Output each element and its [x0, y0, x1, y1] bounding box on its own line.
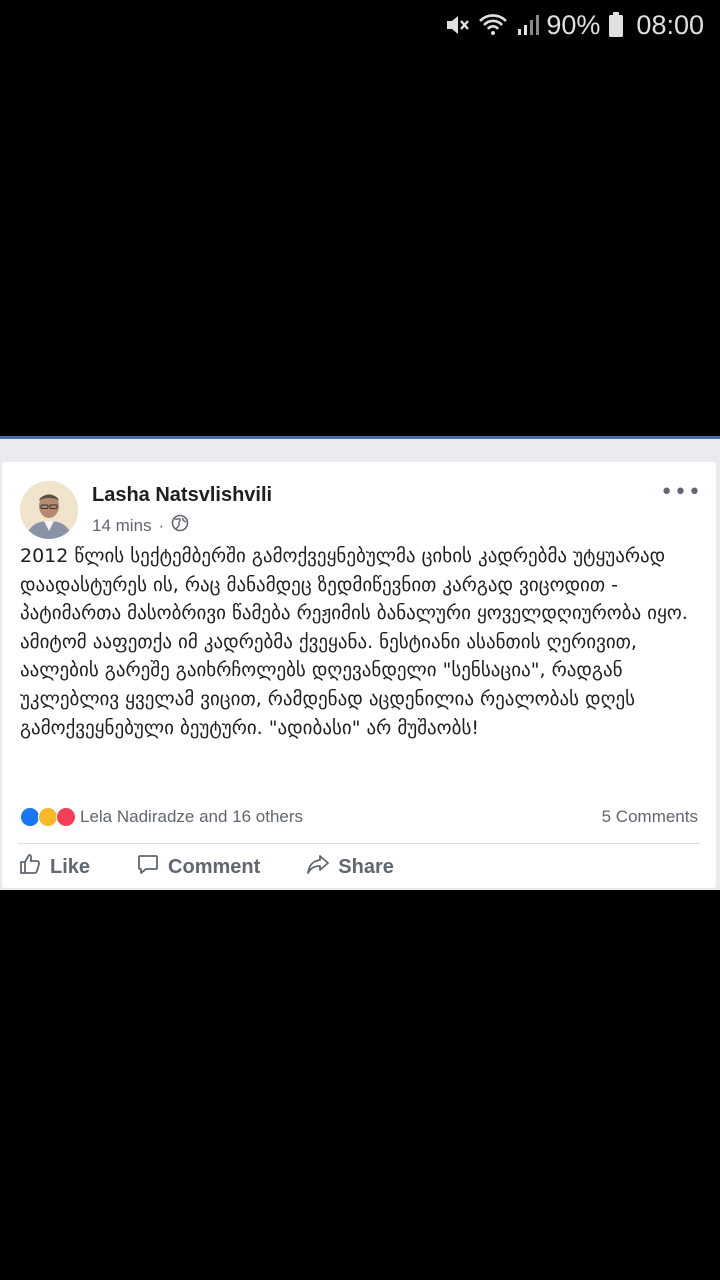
globe-icon — [171, 514, 189, 537]
like-button[interactable]: Like — [18, 852, 90, 882]
comment-label: Comment — [168, 855, 261, 878]
mute-icon — [444, 13, 470, 37]
reaction-icons[interactable] — [20, 807, 76, 827]
action-bar: Like Comment Share — [18, 850, 394, 884]
thumbs-up-icon — [18, 852, 50, 882]
post-container: Lasha Natsvlishvili 14 mins · ••• 2012 წ… — [0, 436, 720, 890]
post-card: Lasha Natsvlishvili 14 mins · ••• 2012 წ… — [2, 462, 716, 888]
comments-count[interactable]: 5 Comments — [602, 807, 698, 827]
avatar[interactable] — [20, 481, 78, 539]
battery-percent: 90% — [546, 9, 601, 40]
comment-button[interactable]: Comment — [136, 852, 260, 882]
signal-icon — [516, 13, 540, 37]
haha-reaction-icon — [38, 807, 58, 827]
more-options-icon[interactable]: ••• — [660, 480, 702, 505]
love-reaction-icon — [56, 807, 76, 827]
post-meta: 14 mins · — [92, 514, 189, 537]
post-text: 2012 წლის სექტემბერში გამოქვეყნებულმა ცი… — [20, 545, 688, 739]
share-button[interactable]: Share — [306, 852, 394, 882]
author-name[interactable]: Lasha Natsvlishvili — [92, 484, 272, 507]
divider — [18, 843, 700, 844]
reactions-summary[interactable]: Lela Nadiradze and 16 others — [80, 807, 303, 827]
wifi-icon — [478, 13, 508, 37]
meta-separator: · — [158, 515, 165, 535]
reactions-row: Lela Nadiradze and 16 others 5 Comments — [20, 804, 698, 830]
status-bar: 90% 08:00 — [0, 0, 720, 50]
comment-bubble-icon — [136, 852, 168, 882]
like-label: Like — [50, 855, 91, 878]
post-timestamp[interactable]: 14 mins — [92, 516, 152, 536]
share-label: Share — [338, 855, 394, 878]
like-reaction-icon — [20, 807, 40, 827]
battery-icon — [608, 12, 624, 38]
share-arrow-icon — [306, 852, 338, 882]
clock: 08:00 — [636, 9, 704, 40]
